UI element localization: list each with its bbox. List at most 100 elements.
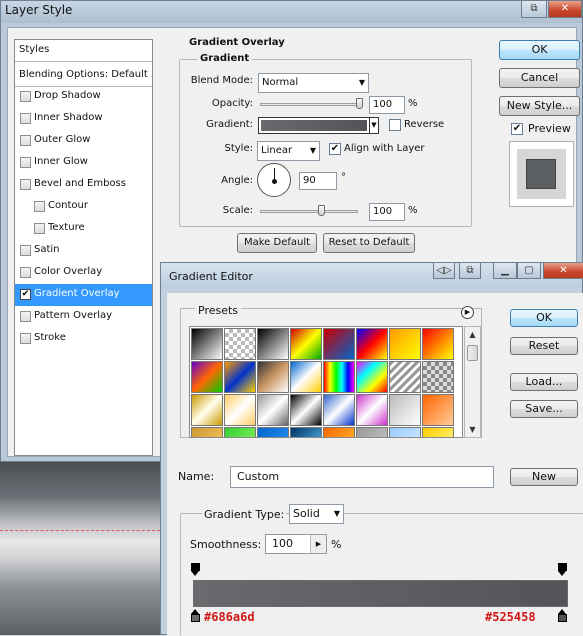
scroll-thumb[interactable]	[467, 345, 478, 361]
ge-reset-button[interactable]: Reset	[510, 337, 578, 355]
ge-save-button[interactable]: Save...	[510, 400, 578, 418]
scale-slider-track[interactable]	[260, 210, 358, 213]
scale-slider-thumb[interactable]	[318, 205, 325, 216]
style-item-stroke[interactable]: Stroke	[15, 328, 152, 350]
style-item-inner-shadow[interactable]: Inner Shadow	[15, 108, 152, 130]
preset-swatch[interactable]	[356, 361, 388, 393]
gradient-preview-bar[interactable]	[193, 580, 568, 607]
color-stop-right[interactable]	[558, 609, 567, 623]
scale-input[interactable]: 100	[369, 203, 405, 221]
opacity-stop-left[interactable]	[191, 563, 200, 577]
preset-swatch[interactable]	[224, 427, 256, 437]
style-item-contour[interactable]: Contour	[15, 196, 152, 218]
preset-swatch[interactable]	[257, 394, 289, 426]
style-item-checkbox[interactable]	[34, 223, 45, 234]
preset-swatch[interactable]	[422, 394, 454, 426]
style-item-color-overlay[interactable]: Color Overlay	[15, 262, 152, 284]
reverse-checkbox[interactable]	[389, 119, 401, 131]
opacity-slider-thumb[interactable]	[356, 98, 363, 109]
preset-swatch[interactable]	[323, 394, 355, 426]
preset-swatch[interactable]	[191, 328, 223, 360]
style-item-pattern-overlay[interactable]: Pattern Overlay	[15, 306, 152, 328]
style-item-checkbox[interactable]	[20, 91, 31, 102]
gradient-name-input[interactable]: Custom	[230, 466, 494, 488]
maximize-icon[interactable]: ▢	[517, 263, 541, 279]
ge-new-button[interactable]: New	[510, 468, 578, 486]
style-item-satin[interactable]: Satin	[15, 240, 152, 262]
preset-swatch[interactable]	[290, 361, 322, 393]
style-item-checkbox[interactable]	[20, 179, 31, 190]
preset-swatch[interactable]	[422, 427, 454, 437]
new-style-button[interactable]: New Style...	[499, 96, 580, 116]
opacity-stop-right[interactable]	[558, 563, 567, 577]
opacity-input[interactable]: 100	[369, 96, 405, 114]
preset-swatch[interactable]	[191, 427, 223, 437]
style-item-inner-glow[interactable]: Inner Glow	[15, 152, 152, 174]
preset-swatch[interactable]	[422, 328, 454, 360]
preset-swatch[interactable]	[356, 394, 388, 426]
preset-swatch[interactable]	[323, 361, 355, 393]
preset-swatch[interactable]	[389, 328, 421, 360]
cancel-button[interactable]: Cancel	[499, 68, 580, 88]
reset-to-default-button[interactable]: Reset to Default	[323, 233, 415, 253]
presets-menu-icon[interactable]: ▶	[461, 306, 474, 319]
preview-checkbox[interactable]: ✔	[511, 123, 523, 135]
preset-swatch[interactable]	[389, 361, 421, 393]
preset-swatch[interactable]	[191, 361, 223, 393]
style-select[interactable]: Linear ▼	[257, 141, 320, 161]
preset-swatch[interactable]	[224, 394, 256, 426]
preset-swatch[interactable]	[422, 361, 454, 393]
style-item-checkbox[interactable]	[20, 311, 31, 322]
blending-options-item[interactable]: Blending Options: Default	[15, 65, 152, 87]
preset-swatch[interactable]	[224, 328, 256, 360]
style-item-drop-shadow[interactable]: Drop Shadow	[15, 86, 152, 108]
preset-swatch[interactable]	[323, 427, 355, 437]
style-item-outer-glow[interactable]: Outer Glow	[15, 130, 152, 152]
color-stop-left[interactable]	[191, 609, 200, 623]
preset-swatch[interactable]	[290, 394, 322, 426]
gradient-editor-titlebar[interactable]: Gradient Editor ◁▷ ⧉ ▁ ▢ ✕	[161, 263, 583, 287]
style-item-texture[interactable]: Texture	[15, 218, 152, 240]
ge-ok-button[interactable]: OK	[510, 309, 578, 327]
opacity-slider-track[interactable]	[260, 103, 362, 106]
angle-input[interactable]: 90	[299, 172, 337, 190]
style-item-checkbox[interactable]	[20, 135, 31, 146]
minimize-icon[interactable]: ▁	[493, 263, 517, 279]
preset-swatch[interactable]	[356, 328, 388, 360]
preset-swatch[interactable]	[290, 427, 322, 437]
preset-swatch[interactable]	[257, 361, 289, 393]
gradient-dropdown-arrow-icon[interactable]: ▼	[369, 117, 379, 134]
style-item-checkbox[interactable]	[20, 333, 31, 344]
scroll-down-icon[interactable]: ▼	[465, 422, 480, 437]
style-item-checkbox[interactable]: ✔	[20, 289, 31, 300]
collapse-icon[interactable]: ◁▷	[433, 263, 455, 279]
smoothness-input[interactable]: 100 ▶	[265, 534, 327, 554]
preset-swatch[interactable]	[356, 427, 388, 437]
styles-header[interactable]: Styles	[15, 40, 152, 62]
align-with-layer-checkbox[interactable]: ✔	[329, 143, 341, 155]
preset-swatch[interactable]	[389, 394, 421, 426]
preset-swatch[interactable]	[290, 328, 322, 360]
close-icon[interactable]: ✕	[543, 263, 583, 279]
blend-mode-select[interactable]: Normal ▼	[258, 73, 369, 93]
ge-load-button[interactable]: Load...	[510, 373, 578, 391]
preset-swatch[interactable]	[389, 427, 421, 437]
style-item-checkbox[interactable]	[20, 113, 31, 124]
style-item-checkbox[interactable]	[34, 201, 45, 212]
smoothness-stepper-icon[interactable]: ▶	[310, 535, 326, 553]
scroll-up-icon[interactable]: ▲	[465, 327, 480, 342]
style-item-bevel-and-emboss[interactable]: Bevel and Emboss	[15, 174, 152, 196]
layer-style-titlebar[interactable]: Layer Style ⧉ ✕	[1, 1, 582, 23]
style-item-checkbox[interactable]	[20, 245, 31, 256]
gradient-type-select[interactable]: Solid ▼	[289, 504, 344, 524]
ok-button[interactable]: OK	[499, 40, 580, 60]
restore-icon[interactable]: ⧉	[521, 1, 547, 18]
style-item-gradient-overlay[interactable]: ✔ Gradient Overlay	[15, 284, 152, 306]
preset-swatch[interactable]	[257, 328, 289, 360]
make-default-button[interactable]: Make Default	[237, 233, 317, 253]
preset-swatch[interactable]	[224, 361, 256, 393]
restore-icon[interactable]: ⧉	[459, 263, 481, 279]
presets-scrollbar[interactable]: ▲ ▼	[464, 326, 481, 438]
gradient-picker[interactable]	[258, 117, 370, 134]
preset-swatch[interactable]	[191, 394, 223, 426]
